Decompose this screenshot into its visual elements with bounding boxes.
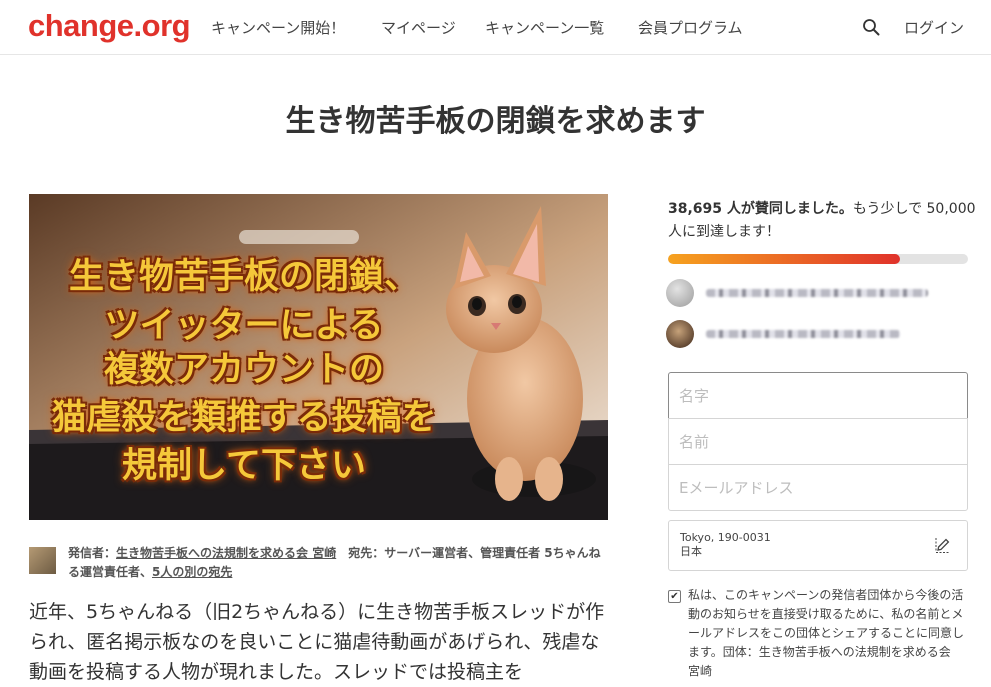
- last-name-field[interactable]: [668, 418, 968, 465]
- petition-body-text: 近年、5ちゃんねる（旧2ちゃんねる）に生き物苦手板スレッドが作られ、匿名掲示板な…: [29, 601, 605, 683]
- starter-label: 発信者：: [68, 546, 117, 560]
- recent-signer: [666, 320, 966, 348]
- nav-membership[interactable]: 会員プログラム: [638, 17, 743, 38]
- image-caption-line: 複数アカウントの: [103, 350, 384, 390]
- signature-count-text: 38,695 人が賛同しました。もう少しで 50,000 人に到達します！: [668, 198, 978, 244]
- location-country: 日本: [680, 545, 702, 558]
- petition-title: 生き物苦手板の閉鎖を求めます: [285, 104, 706, 139]
- image-caption-line: 猫虐殺を類推する投稿を: [51, 398, 437, 438]
- edit-location-icon[interactable]: [934, 536, 952, 554]
- image-caption-line: 生き物苦手板の閉鎖、: [68, 257, 419, 297]
- target-label: 宛先：: [348, 546, 385, 560]
- site-header: change.org キャンペーン開始！ マイページ キャンペーン一覧 会員プロ…: [0, 0, 991, 55]
- consent-checkbox[interactable]: ✔: [668, 590, 681, 603]
- image-caption-line: 規制して下さい: [122, 446, 366, 486]
- location-text: Tokyo, 190-0031 日本: [680, 531, 771, 559]
- signer-avatar: [666, 320, 694, 348]
- recent-signer: [666, 279, 966, 307]
- starter-avatar: [29, 547, 56, 574]
- progress-bar-fill: [668, 254, 901, 264]
- email-input[interactable]: [669, 465, 959, 510]
- last-name-input[interactable]: [669, 419, 959, 464]
- email-field[interactable]: [668, 464, 968, 511]
- signature-count: 38,695 人が賛同しました。: [668, 201, 853, 217]
- petition-image: 生き物苦手板の閉鎖、 ツイッターによる 複数アカウントの 猫虐殺を類推する投稿を…: [29, 194, 608, 520]
- first-name-field[interactable]: [668, 372, 968, 419]
- signer-name-blurred: [706, 330, 900, 338]
- nav-campaign-list[interactable]: キャンペーン一覧: [485, 17, 604, 38]
- starter-link[interactable]: 生き物苦手板への法規制を求める会 宮崎: [116, 546, 336, 560]
- signer-avatar: [666, 279, 694, 307]
- consent-text: 私は、このキャンペーンの発信者団体から今後の活動のお知らせを直接受け取るために、…: [688, 588, 965, 678]
- location-city: Tokyo, 190-0031: [680, 531, 771, 544]
- first-name-input[interactable]: [669, 373, 959, 418]
- nav-my-page[interactable]: マイページ: [381, 17, 456, 38]
- search-icon[interactable]: [862, 18, 880, 36]
- progress-bar: [668, 254, 968, 264]
- location-box[interactable]: Tokyo, 190-0031 日本: [668, 520, 968, 571]
- other-targets-link[interactable]: 5人の別の宛先: [152, 565, 232, 579]
- login-link[interactable]: ログイン: [904, 17, 964, 38]
- change-org-logo[interactable]: change.org: [28, 8, 191, 44]
- starter-info: 発信者：生き物苦手板への法規制を求める会 宮崎 宛先：サーバー運営者、管理責任者…: [68, 544, 608, 582]
- signer-name-blurred: [706, 289, 928, 297]
- nav-start-campaign[interactable]: キャンペーン開始！: [211, 17, 345, 38]
